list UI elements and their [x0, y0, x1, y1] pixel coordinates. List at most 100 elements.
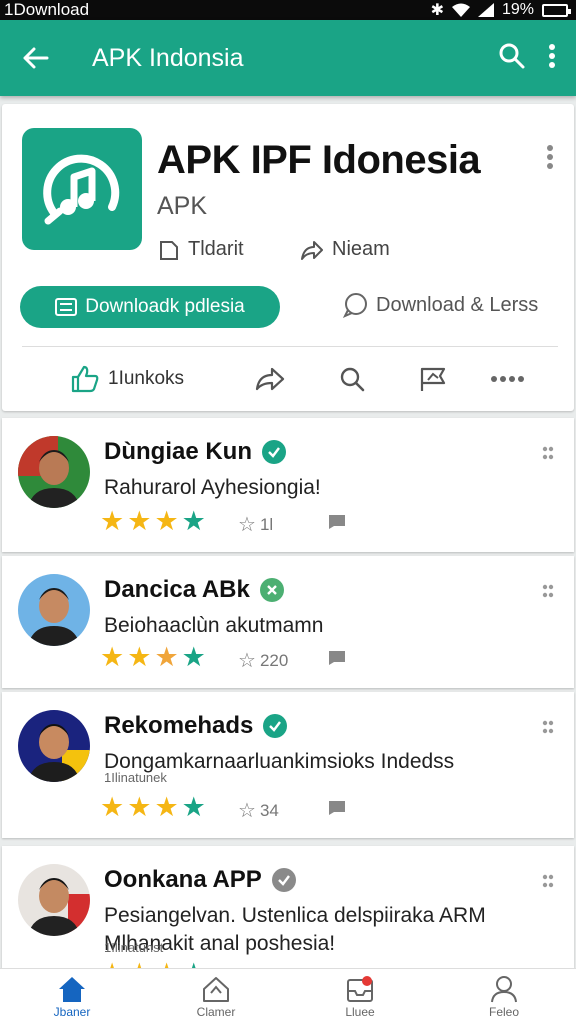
app-card-more-button[interactable]: [546, 144, 554, 175]
app-title: APK IPF Idonesia: [157, 138, 481, 182]
arrow-left-icon: [23, 47, 49, 69]
nav-item-home[interactable]: Jbaner: [0, 969, 144, 1024]
like-count: 220: [259, 650, 289, 670]
half-star-icon: ★: [181, 792, 206, 822]
share-button[interactable]: [254, 366, 286, 392]
status-bar: 1Download ✱ 19%: [0, 0, 576, 20]
reviewer-name: Dùngiae Kun: [104, 438, 286, 466]
flag-icon: [329, 651, 345, 665]
flag-button[interactable]: [418, 365, 450, 393]
flag-icon: [329, 801, 345, 815]
review-card[interactable]: Oonkana APP Pesiangelvan. Ustenlica dels…: [2, 846, 574, 968]
meta-item-1[interactable]: Tldarit: [158, 238, 244, 261]
signal-icon: [477, 3, 494, 17]
app-bar: APK Indonsia: [0, 20, 576, 96]
avatar: [18, 710, 90, 782]
review-text: Dongamkarnaarluankimsioks Indedss: [104, 750, 455, 773]
flag-icon: [329, 515, 345, 529]
nav-item-discover[interactable]: Clamer: [144, 969, 288, 1024]
review-card[interactable]: Rekomehads Dongamkarnaarluankimsioks Ind…: [2, 692, 574, 838]
search-icon: [499, 43, 525, 68]
nav-label-profile: Feleo: [488, 1004, 520, 1019]
star-outline-icon: ☆: [238, 514, 256, 536]
star-icon: ★: [100, 506, 125, 536]
thumbs-up-icon: [71, 365, 99, 393]
drag-dots-icon: [542, 446, 554, 460]
review-subtext: 1Ilinatunst: [104, 940, 164, 955]
star-outline-icon: ☆: [238, 650, 256, 672]
flag-review-button[interactable]: [328, 650, 346, 671]
star-icon: ★: [154, 506, 179, 536]
app-header-card: APK IPF Idonesia APK Tldarit Nieam Downl…: [2, 104, 574, 411]
half-star-icon: ★: [181, 642, 206, 672]
star-rating: ★ ★ ★ ★: [100, 508, 209, 535]
drag-dots-icon: [542, 874, 554, 888]
nav-item-inbox[interactable]: Lluee: [288, 969, 432, 1024]
search-button[interactable]: [498, 42, 526, 75]
review-text: Rahurarol Ayhesiongia!: [104, 476, 321, 499]
drag-handle[interactable]: [542, 446, 554, 465]
star-icon: ★: [154, 642, 179, 672]
action-row: 1Iunkoks: [2, 356, 574, 402]
more-horiz-icon: [491, 376, 524, 382]
flag-review-button[interactable]: [328, 800, 346, 821]
meta-item-2[interactable]: Nieam: [300, 238, 390, 261]
star-rating: ★ ★ ★ ★: [100, 960, 209, 969]
review-text: Pesiangelvan. Ustenlica delspiiraka ARM …: [104, 904, 486, 955]
drag-dots-icon: [542, 720, 554, 734]
reviewer-name-text: Rekomehads: [104, 712, 254, 739]
reviewer-name: Oonkana APP: [104, 866, 296, 894]
star-icon: ★: [100, 960, 124, 969]
half-star-icon: ★: [181, 506, 206, 536]
like-count: 34: [259, 800, 279, 820]
overflow-menu-button[interactable]: [548, 43, 556, 74]
meta-label-2: Nieam: [332, 238, 390, 260]
star-icon: ★: [100, 792, 125, 822]
avatar: [18, 864, 90, 936]
half-star-icon: ★: [182, 960, 206, 969]
app-bar-title: APK Indonsia: [92, 43, 244, 72]
star-icon: ★: [127, 642, 152, 672]
nav-item-profile[interactable]: Feleo: [432, 969, 576, 1024]
app-logo-icon: [22, 128, 142, 250]
chat-bubble-icon: [342, 293, 367, 318]
nav-label-home: Jbaner: [53, 1004, 91, 1019]
inbox-icon: [347, 975, 373, 1002]
star-icon: ★: [127, 792, 152, 822]
drag-handle[interactable]: [542, 584, 554, 603]
avatar: [18, 436, 90, 508]
bottom-navigation: Jbaner Clamer Lluee Feleo: [0, 968, 576, 1024]
drag-handle[interactable]: [542, 874, 554, 893]
profile-icon: [491, 975, 517, 1002]
review-card[interactable]: Dancica ABk Beiohaaclùn akutmamn ★ ★ ★ ★…: [2, 556, 574, 688]
review-likes[interactable]: ☆ 1l: [238, 512, 273, 537]
like-button[interactable]: 1Iunkoks: [70, 364, 184, 394]
download-learn-link[interactable]: Download & Lerss: [342, 292, 538, 318]
battery-icon: [542, 3, 571, 17]
review-likes[interactable]: ☆ 34: [238, 798, 279, 823]
discover-icon: [203, 976, 229, 1002]
status-icon: [259, 578, 284, 602]
review-card[interactable]: Dùngiae Kun Rahurarol Ayhesiongia! ★ ★ ★…: [2, 418, 574, 552]
star-icon: ★: [154, 960, 178, 969]
nav-label-discover: Clamer: [196, 1004, 236, 1019]
report-icon: [420, 367, 446, 391]
review-likes[interactable]: ☆ 220: [238, 648, 288, 673]
more-horiz-button[interactable]: [490, 375, 524, 383]
flag-review-button[interactable]: [328, 514, 346, 535]
star-outline-icon: ☆: [238, 800, 256, 822]
status-left-text: 1Download: [4, 0, 90, 19]
share-icon: [301, 240, 323, 260]
star-icon: ★: [127, 960, 151, 969]
home-icon: [59, 976, 85, 1002]
drag-dots-icon: [542, 584, 554, 598]
divider: [22, 346, 558, 347]
search-in-app-button[interactable]: [338, 365, 366, 393]
nav-label-inbox: Lluee: [345, 1004, 375, 1019]
download-button[interactable]: Downloadk pdlesia: [20, 286, 280, 328]
meta-label-1: Tldarit: [188, 238, 244, 260]
review-text: Beiohaaclùn akutmamn: [104, 614, 324, 637]
drag-handle[interactable]: [542, 720, 554, 739]
back-button[interactable]: [0, 46, 70, 70]
reviewer-name: Dancica ABk: [104, 576, 284, 604]
